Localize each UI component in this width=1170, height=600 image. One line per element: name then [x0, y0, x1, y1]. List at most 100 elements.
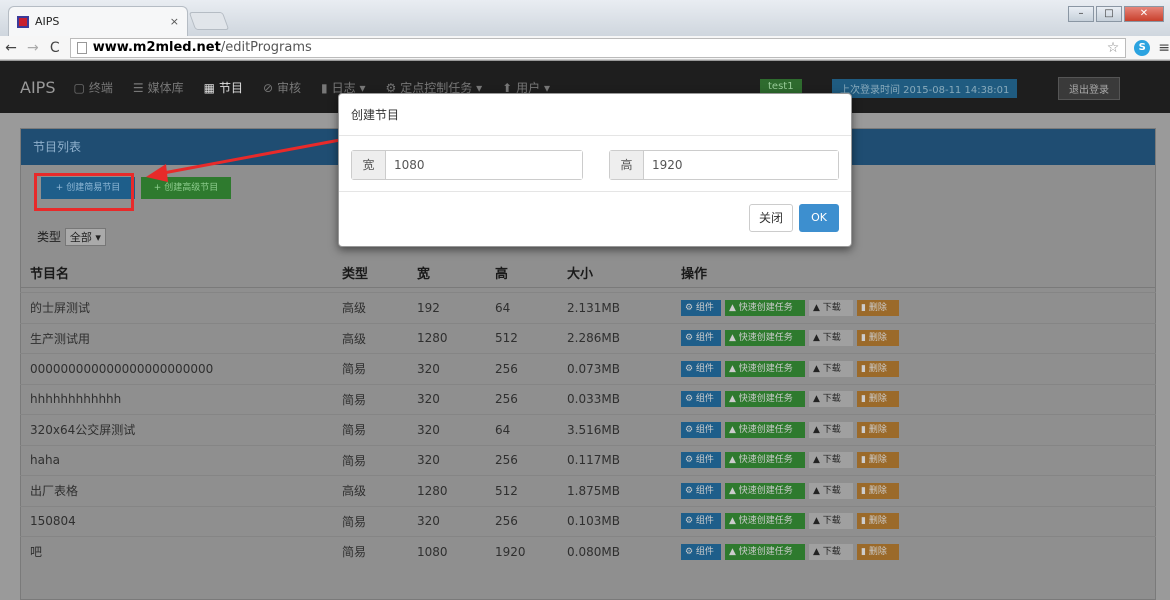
quick-task-button[interactable]: ▲ 快速创建任务: [725, 330, 805, 346]
quick-task-button[interactable]: ▲ 快速创建任务: [725, 391, 805, 407]
delete-button[interactable]: ▮ 删除: [857, 391, 899, 407]
delete-button[interactable]: ▮ 删除: [857, 299, 899, 316]
program-type-cell: 简易: [342, 423, 367, 437]
extension-icon[interactable]: S: [1134, 39, 1151, 56]
program-height-cell: 512: [495, 483, 518, 498]
width-input-group: 宽: [351, 150, 583, 180]
program-height-cell: 64: [495, 422, 511, 437]
row-actions: ⚙ 组件 ▲ 快速创建任务 ▲ 下载 ▮ 删除: [681, 452, 903, 468]
program-type-cell: 高级: [342, 301, 367, 315]
program-size-cell: 2.131MB: [567, 300, 620, 315]
download-button[interactable]: ▲ 下载: [809, 360, 853, 377]
download-button[interactable]: ▲ 下载: [809, 452, 853, 468]
program-height-cell: 1920: [495, 544, 526, 559]
nav-item-review[interactable]: ⊘ 审核: [263, 79, 301, 96]
header-ops: 操作: [681, 267, 708, 282]
program-type-cell: 简易: [342, 514, 367, 529]
program-name-cell: 生产测试用: [30, 331, 91, 346]
forward-icon[interactable]: →: [22, 40, 44, 56]
table-row: haha 简易 320 256 0.117MB ⚙ 组件 ▲ 快速创建任务 ▲ 下载 ▮ 删除: [20, 444, 1156, 475]
quick-task-button[interactable]: ▲ 快速创建任务: [725, 543, 805, 560]
modal-footer: 关闭 OK: [339, 192, 851, 246]
page-icon: [76, 41, 87, 54]
type-filter-select[interactable]: 全部 ▾: [64, 228, 106, 246]
edit-button[interactable]: ⚙ 组件: [681, 330, 721, 346]
type-filter-label: 类型: [37, 230, 62, 244]
minimize-button[interactable]: –: [1068, 6, 1094, 22]
edit-button[interactable]: ⚙ 组件: [681, 299, 721, 316]
download-button[interactable]: ▲ 下载: [809, 543, 853, 560]
header-height[interactable]: 高: [495, 263, 567, 282]
width-input[interactable]: [386, 151, 582, 179]
ok-button[interactable]: OK: [799, 204, 839, 232]
nav-item-media[interactable]: ☰ 媒体库: [133, 79, 184, 96]
edit-button[interactable]: ⚙ 组件: [681, 513, 721, 529]
program-type-cell: 高级: [342, 331, 367, 346]
download-button[interactable]: ▲ 下载: [809, 482, 853, 499]
quick-task-button[interactable]: ▲ 快速创建任务: [725, 513, 805, 529]
quick-task-button[interactable]: ▲ 快速创建任务: [725, 452, 805, 468]
program-name-cell: 000000000000000000000000: [30, 361, 214, 376]
program-name-cell: hhhhhhhhhhhh: [30, 392, 122, 406]
window-close-button[interactable]: ✕: [1124, 6, 1164, 22]
program-width-cell: 320: [417, 392, 440, 406]
program-size-cell: 0.103MB: [567, 514, 620, 528]
new-tab-button[interactable]: [188, 12, 230, 30]
menu-icon[interactable]: ≡: [1158, 40, 1170, 56]
back-icon[interactable]: ←: [0, 40, 22, 56]
header-size[interactable]: 大小: [567, 263, 681, 282]
program-width-cell: 1280: [417, 483, 448, 498]
browser-tab[interactable]: AIPS ×: [8, 6, 188, 36]
quick-task-button[interactable]: ▲ 快速创建任务: [725, 299, 805, 316]
maximize-button[interactable]: □: [1096, 6, 1122, 22]
table-row: 生产测试用 高级 1280 512 2.286MB ⚙ 组件 ▲ 快速创建任务 ▲ 下载 ▮ 删…: [20, 322, 1156, 353]
nav-item-programs[interactable]: ▦ 节目: [204, 79, 243, 96]
quick-task-button[interactable]: ▲ 快速创建任务: [725, 482, 805, 499]
address-bar[interactable]: www.m2mled.net/editPrograms ☆: [69, 37, 1127, 58]
delete-button[interactable]: ▮ 删除: [857, 421, 899, 438]
download-button[interactable]: ▲ 下载: [809, 513, 853, 529]
delete-button[interactable]: ▮ 删除: [857, 330, 899, 346]
modal-body: 宽 高: [339, 136, 851, 192]
tab-title: AIPS: [35, 15, 60, 28]
download-button[interactable]: ▲ 下载: [809, 330, 853, 346]
reload-icon[interactable]: C: [44, 40, 66, 56]
delete-button[interactable]: ▮ 删除: [857, 513, 899, 529]
program-width-cell: 320: [417, 422, 440, 437]
quick-task-button[interactable]: ▲ 快速创建任务: [725, 360, 805, 377]
header-name[interactable]: 节目名: [20, 263, 342, 282]
tab-close-icon[interactable]: ×: [170, 15, 179, 28]
download-button[interactable]: ▲ 下载: [809, 299, 853, 316]
program-type-cell: 简易: [342, 392, 367, 407]
table-row: 出厂表格 高级 1280 512 1.875MB ⚙ 组件 ▲ 快速创建任务 ▲ 下载 ▮ 删除: [20, 475, 1156, 505]
height-input[interactable]: [644, 151, 838, 179]
program-name-cell: haha: [30, 453, 60, 467]
delete-button[interactable]: ▮ 删除: [857, 543, 899, 560]
height-input-group: 高: [609, 150, 839, 180]
edit-button[interactable]: ⚙ 组件: [681, 360, 721, 377]
edit-button[interactable]: ⚙ 组件: [681, 421, 721, 438]
app-brand[interactable]: AIPS: [20, 78, 55, 97]
logout-button[interactable]: 退出登录: [1058, 77, 1120, 100]
download-button[interactable]: ▲ 下载: [809, 391, 853, 407]
list-icon: ☰: [132, 80, 144, 95]
delete-button[interactable]: ▮ 删除: [857, 360, 899, 377]
program-type-cell: 简易: [342, 362, 367, 376]
edit-button[interactable]: ⚙ 组件: [681, 452, 721, 468]
nav-item-terminal[interactable]: ▢ 终端: [73, 79, 112, 96]
bookmark-star-icon[interactable]: ☆: [1107, 40, 1120, 56]
delete-button[interactable]: ▮ 删除: [857, 452, 899, 468]
edit-button[interactable]: ⚙ 组件: [681, 391, 721, 407]
create-advanced-program-button[interactable]: + 创建高级节目: [141, 177, 231, 199]
program-height-cell: 256: [495, 514, 518, 528]
header-width[interactable]: 宽: [417, 263, 495, 282]
quick-task-button[interactable]: ▲ 快速创建任务: [725, 421, 805, 438]
close-button[interactable]: 关闭: [749, 204, 793, 232]
user-badge[interactable]: test1: [760, 79, 802, 94]
header-type[interactable]: 类型: [342, 263, 417, 282]
download-button[interactable]: ▲ 下载: [809, 421, 853, 438]
edit-button[interactable]: ⚙ 组件: [681, 543, 721, 560]
edit-button[interactable]: ⚙ 组件: [681, 482, 721, 499]
url-host: www.m2mled.net: [92, 40, 221, 55]
delete-button[interactable]: ▮ 删除: [857, 482, 899, 499]
